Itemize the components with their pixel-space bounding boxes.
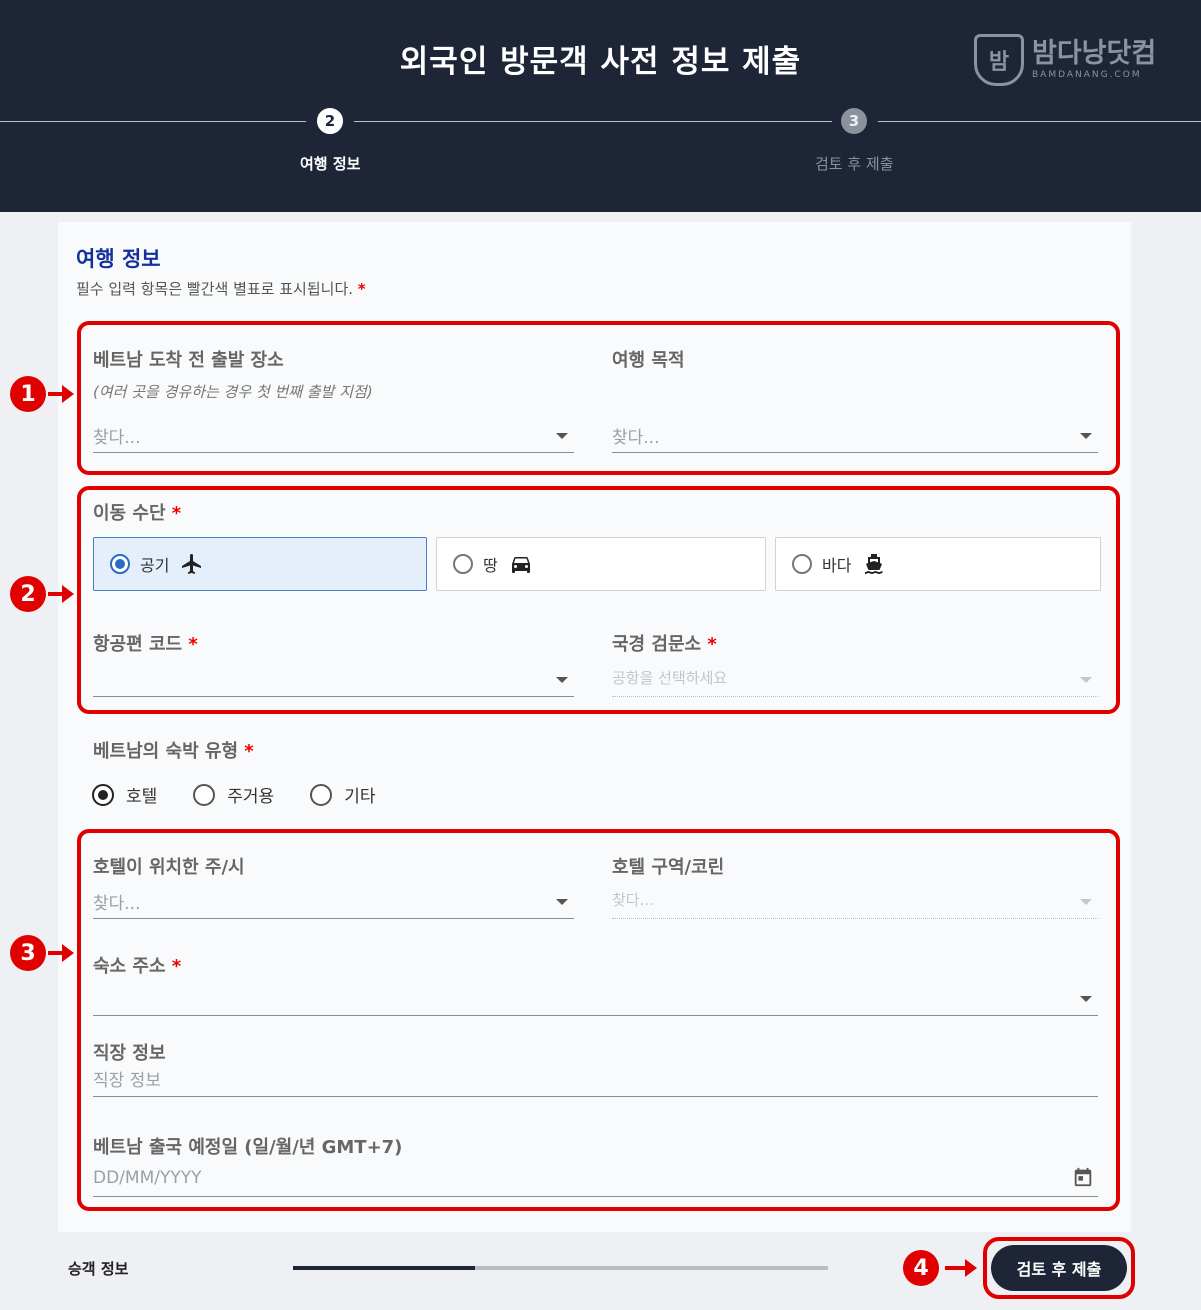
annotation-number-3: 3 (10, 935, 46, 971)
logo-subtext: BAMDANANG.COM (1032, 70, 1142, 80)
review-submit-button[interactable]: 검토 후 제출 (991, 1245, 1127, 1291)
accommodation-type-label: 베트남의 숙박 유형 * (93, 741, 254, 762)
section-subtitle: 필수 입력 항목은 빨간색 별표로 표시됩니다. * (76, 280, 366, 298)
annotation-number-1: 1 (10, 376, 46, 412)
accommodation-option-residential[interactable]: 주거용 (193, 782, 274, 807)
accommodation-option-other[interactable]: 기타 (310, 782, 375, 807)
annotation-box-3 (77, 829, 1120, 1211)
progress-bar (293, 1266, 828, 1270)
annotation-box-1 (77, 321, 1120, 475)
step-3-indicator[interactable]: 3 (841, 108, 867, 134)
step-3-label[interactable]: 검토 후 제출 (815, 153, 894, 174)
annotation-arrow-1 (48, 385, 74, 403)
annotation-box-2 (77, 486, 1120, 714)
accommodation-option-hotel[interactable]: 호텔 (92, 782, 157, 807)
logo-text: 밤다낭닷컴 (1032, 38, 1157, 69)
radio-hotel[interactable] (92, 783, 114, 806)
logo-shield-icon: 밤 (974, 34, 1024, 86)
required-asterisk: * (357, 280, 366, 298)
section-title: 여행 정보 (76, 247, 161, 271)
radio-residential[interactable] (193, 783, 216, 806)
annotation-number-2: 2 (10, 576, 46, 612)
progress-fill (293, 1266, 475, 1270)
stepper-line (878, 121, 1201, 122)
step-2-indicator[interactable]: 2 (317, 108, 343, 134)
annotation-arrow-4 (945, 1259, 977, 1277)
prev-step-label[interactable]: 승객 정보 (68, 1258, 128, 1279)
annotation-arrow-2 (48, 585, 74, 603)
stepper-line (354, 121, 832, 122)
brand-logo: 밤 밤다낭닷컴 BAMDANANG.COM (974, 34, 1156, 86)
annotation-number-4: 4 (903, 1250, 939, 1286)
required-asterisk: * (244, 741, 254, 762)
annotation-arrow-3 (48, 944, 74, 962)
radio-other[interactable] (310, 783, 333, 806)
accommodation-type-group: 호텔 주거용 기타 (92, 782, 411, 807)
step-2-label[interactable]: 여행 정보 (300, 153, 360, 174)
page-header: 외국인 방문객 사전 정보 제출 밤 밤다낭닷컴 BAMDANANG.COM 2… (0, 0, 1201, 212)
stepper-line (0, 121, 306, 122)
